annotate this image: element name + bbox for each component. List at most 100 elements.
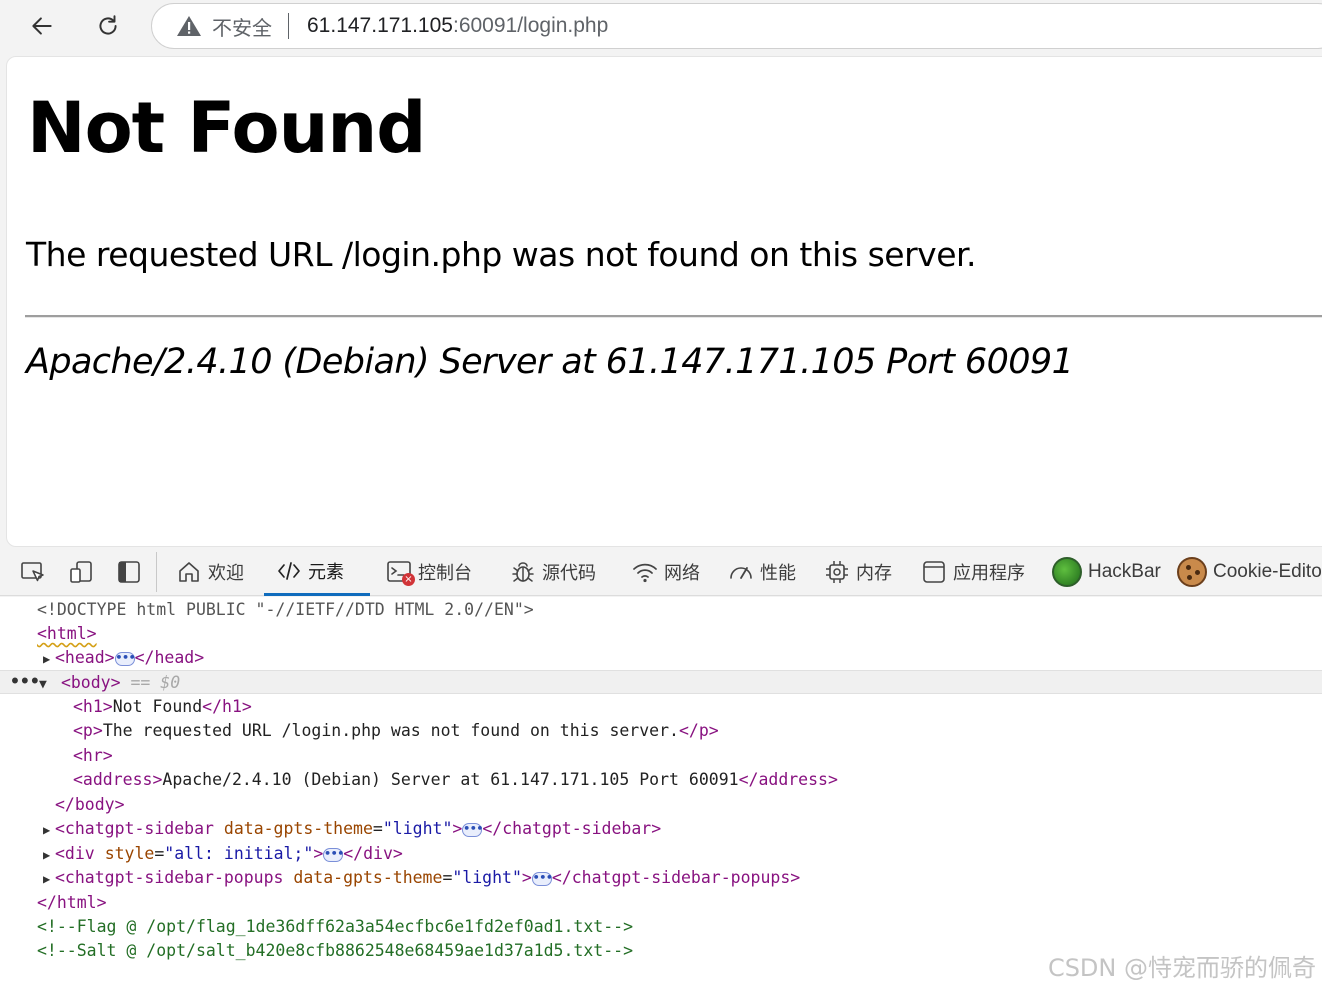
url-path: :60091/login.php — [452, 14, 609, 37]
div-open-tag: <div — [55, 844, 95, 863]
address-close-tag: </address> — [738, 770, 838, 789]
bug-icon — [512, 562, 534, 582]
tab-hackbar-label: HackBar — [1088, 561, 1161, 582]
dom-node-html-close[interactable]: </html> — [0, 891, 1322, 915]
dom-node-chatgpt-sidebar[interactable]: ▶ <chatgpt-sidebar data-gpts-theme="light… — [0, 817, 1322, 841]
tab-cookie-editor[interactable]: Cookie-Editor — [1177, 548, 1322, 596]
elements-panel: <!DOCTYPE html PUBLIC "-//IETF//DTD HTML… — [0, 597, 1322, 985]
tab-elements[interactable]: 元素 — [264, 548, 370, 596]
more-options-icon[interactable]: ••• — [10, 670, 40, 694]
salt-comment: <!--Salt @ /opt/salt_b420e8cfb8862548e68… — [37, 941, 634, 960]
body-close-tag: </body> — [55, 795, 125, 814]
p-open-tag: <p> — [73, 721, 103, 740]
ellipsis-icon[interactable]: ••• — [114, 651, 135, 666]
h1-text: Not Found — [112, 697, 203, 716]
warning-icon[interactable] — [176, 14, 202, 38]
dom-node-address[interactable]: <address>Apache/2.4.10 (Debian) Server a… — [0, 768, 1322, 792]
head-close-tag: </head> — [134, 648, 205, 667]
page-message: The requested URL /login.php was not fou… — [26, 235, 977, 274]
dom-node-head[interactable]: ▶ <head>•••</head> — [0, 646, 1322, 670]
popups-close-tag: </chatgpt-sidebar-popups> — [551, 868, 801, 887]
ellipsis-icon[interactable]: ••• — [531, 871, 553, 886]
popups-open-tag: <chatgpt-sidebar-popups — [55, 868, 284, 887]
tab-network[interactable]: 网络 — [632, 548, 700, 596]
window-icon — [923, 561, 945, 583]
hr-tag: <hr> — [73, 746, 113, 765]
expand-triangle-icon[interactable]: ▶ — [43, 647, 55, 671]
expand-triangle-icon[interactable]: ▶ — [43, 818, 55, 842]
tab-cookie-editor-label: Cookie-Editor — [1213, 561, 1322, 582]
reload-button[interactable] — [90, 8, 126, 44]
tab-sources[interactable]: 源代码 — [510, 548, 596, 596]
tab-memory-label: 内存 — [856, 563, 892, 584]
tab-hackbar[interactable]: HackBar — [1052, 548, 1161, 596]
popups-attr-value: "light" — [452, 868, 522, 887]
html-close-tag: </html> — [37, 893, 107, 912]
expand-triangle-icon[interactable]: ▶ — [43, 867, 55, 891]
dom-node-comment-flag[interactable]: <!--Flag @ /opt/flag_1de36dff62a3a54ecfb… — [0, 915, 1322, 939]
address-separator — [288, 13, 289, 39]
console-icon-wrap: × — [386, 559, 415, 586]
page-heading: Not Found — [27, 87, 426, 169]
dom-node-hr[interactable]: <hr> — [0, 744, 1322, 768]
ellipsis-icon[interactable]: ••• — [323, 847, 344, 862]
dom-node-body-close[interactable]: </body> — [0, 793, 1322, 817]
sidebar-close-tag: </chatgpt-sidebar> — [482, 819, 662, 838]
doctype-text: <!DOCTYPE html PUBLIC "-//IETF//DTD HTML… — [37, 600, 534, 619]
flag-comment: <!--Flag @ /opt/flag_1de36dff62a3a54ecfb… — [37, 917, 634, 936]
hackbar-icon — [1052, 557, 1082, 587]
body-open-tag: <body> — [60, 673, 121, 692]
collapse-triangle-icon[interactable]: ▼ — [39, 673, 51, 697]
tab-welcome-label: 欢迎 — [208, 563, 244, 584]
dock-panel-icon[interactable] — [116, 560, 142, 584]
arrow-left-icon — [32, 17, 52, 35]
div-close-tag: </div> — [343, 844, 403, 863]
url-host: 61.147.171.105 — [307, 14, 453, 37]
devtools-tabbar: 欢迎 元素 × 控制台 源代码 网络 性能 内存 应用程序 HackBar Co… — [0, 548, 1322, 596]
security-label[interactable]: 不安全 — [212, 12, 272, 41]
browser-toolbar: 不安全 61.147.171.105:60091/login.php — [0, 0, 1322, 54]
dom-node-chatgpt-sidebar-popups[interactable]: ▶ <chatgpt-sidebar-popups data-gpts-theme… — [0, 866, 1322, 890]
tab-memory[interactable]: 内存 — [824, 548, 892, 596]
error-badge-icon: × — [402, 573, 415, 586]
watermark: CSDN @恃宠而骄的佩奇 — [1047, 954, 1316, 982]
address-bar[interactable]: 不安全 61.147.171.105:60091/login.php — [151, 3, 1322, 49]
tab-network-label: 网络 — [664, 563, 700, 584]
inspect-element-icon[interactable] — [20, 560, 46, 584]
div-attr-name: style — [104, 844, 155, 863]
tab-performance-label: 性能 — [760, 563, 796, 584]
dom-node-html[interactable]: <html> — [0, 622, 1322, 646]
device-emulation-icon[interactable] — [68, 560, 94, 584]
tab-application[interactable]: 应用程序 — [921, 548, 1025, 596]
back-button[interactable] — [24, 8, 60, 44]
tab-application-label: 应用程序 — [953, 563, 1025, 584]
dom-node-h1[interactable]: <h1>Not Found</h1> — [0, 695, 1322, 719]
tab-console-label: 控制台 — [418, 563, 472, 584]
p-close-tag: </p> — [678, 721, 719, 740]
expand-triangle-icon[interactable]: ▶ — [43, 843, 55, 867]
tab-welcome[interactable]: 欢迎 — [176, 548, 244, 596]
chip-icon — [826, 561, 848, 583]
h1-close-tag: </h1> — [202, 697, 252, 716]
tab-performance[interactable]: 性能 — [728, 548, 796, 596]
tab-sources-label: 源代码 — [542, 563, 596, 584]
page-divider — [25, 315, 1322, 318]
wifi-icon — [633, 563, 657, 583]
home-icon — [179, 562, 199, 582]
sidebar-open-tag: <chatgpt-sidebar — [55, 819, 214, 838]
h1-open-tag: <h1> — [73, 697, 113, 716]
page-viewport: Not Found The requested URL /login.php w… — [6, 56, 1322, 547]
address-open-tag: <address> — [73, 770, 163, 789]
dom-node-doctype[interactable]: <!DOCTYPE html PUBLIC "-//IETF//DTD HTML… — [0, 598, 1322, 622]
ellipsis-icon[interactable]: ••• — [462, 822, 483, 837]
p-text: The requested URL /login.php was not fou… — [102, 721, 679, 740]
tab-console[interactable]: × 控制台 — [386, 548, 472, 596]
address-text: Apache/2.4.10 (Debian) Server at 61.147.… — [162, 770, 739, 789]
server-signature: Apache/2.4.10 (Debian) Server at 61.147.… — [26, 342, 1074, 382]
popups-attr-name: data-gpts-theme — [293, 868, 443, 887]
dom-node-body-selected[interactable]: ••• ▼ <body> == $0 — [0, 670, 1322, 694]
selected-marker: == $0 — [130, 673, 181, 692]
dom-node-div[interactable]: ▶ <div style="all: initial;">•••</div> — [0, 842, 1322, 866]
dom-node-p[interactable]: <p>The requested URL /login.php was not … — [0, 719, 1322, 743]
sidebar-attr-name: data-gpts-theme — [223, 819, 373, 838]
